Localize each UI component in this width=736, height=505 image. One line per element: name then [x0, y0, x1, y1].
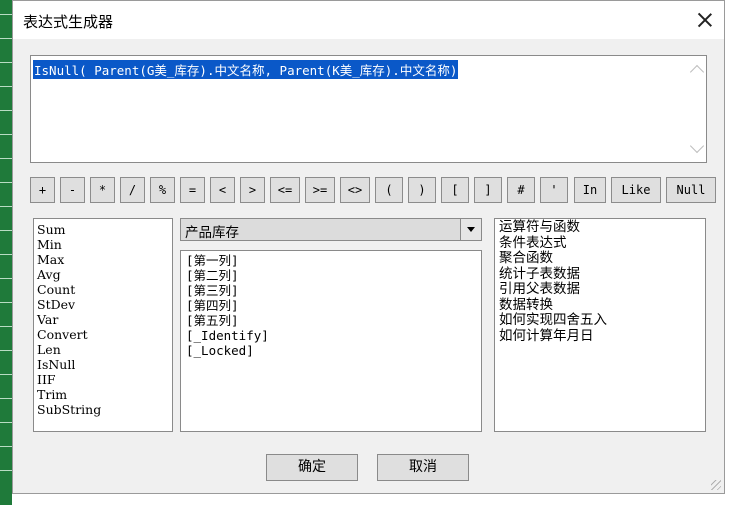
chevron-down-icon[interactable] [460, 219, 481, 240]
operator-not-equal-button[interactable]: <> [340, 177, 370, 203]
function-item[interactable]: Max [37, 252, 172, 267]
function-item[interactable]: StDev [37, 297, 172, 312]
title-bar: 表达式生成器 [13, 1, 724, 39]
field-item[interactable]: [第三列] [186, 283, 481, 298]
function-item[interactable]: Sum [37, 222, 172, 237]
field-list[interactable]: [第一列] [第二列] [第三列] [第四列] [第五列] [_Identify] [_Lo… [180, 250, 482, 432]
expression-builder-dialog: 表达式生成器 IsNull( Parent(G美_库存).中文名称, Paren… [12, 0, 725, 494]
cancel-button[interactable]: 取消 [377, 454, 469, 481]
category-item[interactable]: 如何实现四舍五入 [499, 312, 705, 329]
background-spreadsheet-edge [0, 0, 12, 505]
function-item[interactable]: Convert [37, 327, 172, 342]
field-item[interactable]: [第四列] [186, 298, 481, 313]
function-list[interactable]: Sum Min Max Avg Count StDev Var Convert Len IsNul… [33, 218, 173, 432]
operator-equals-button[interactable]: = [180, 177, 205, 203]
operator-modulo-button[interactable]: % [150, 177, 175, 203]
category-item[interactable]: 数据转换 [499, 297, 705, 314]
field-item[interactable]: [_Locked] [186, 343, 481, 358]
resize-grip-icon[interactable] [711, 480, 721, 490]
operator-minus-button[interactable]: - [60, 177, 85, 203]
table-select[interactable]: 产品库存 [180, 218, 482, 241]
operator-less-than-button[interactable]: < [210, 177, 235, 203]
dialog-title: 表达式生成器 [23, 13, 114, 31]
field-item[interactable]: [第五列] [186, 313, 481, 328]
function-item[interactable]: Var [37, 312, 172, 327]
category-item[interactable]: 聚合函数 [499, 250, 705, 267]
operator-like-button[interactable]: Like [611, 177, 661, 203]
field-item[interactable]: [第二列] [186, 268, 481, 283]
ok-button[interactable]: 确定 [266, 454, 358, 481]
category-item[interactable]: 运算符与函数 [499, 219, 705, 236]
operator-greater-than-button[interactable]: > [240, 177, 265, 203]
operator-less-equal-button[interactable]: <= [270, 177, 300, 203]
function-item[interactable]: Avg [37, 267, 172, 282]
operator-divide-button[interactable]: / [120, 177, 145, 203]
category-item[interactable]: 条件表达式 [499, 235, 705, 252]
scroll-down-icon[interactable] [689, 138, 705, 154]
function-item[interactable]: IIF [37, 372, 172, 387]
field-item[interactable]: [第一列] [186, 253, 481, 268]
function-item[interactable]: Count [37, 282, 172, 297]
operator-in-button[interactable]: In [574, 177, 606, 203]
operator-close-paren-button[interactable]: ) [408, 177, 436, 203]
operator-plus-button[interactable]: + [30, 177, 55, 203]
category-item[interactable]: 统计子表数据 [499, 266, 705, 283]
category-item[interactable]: 引用父表数据 [499, 281, 705, 298]
field-item[interactable]: [_Identify] [186, 328, 481, 343]
scroll-up-icon[interactable] [689, 64, 705, 80]
close-icon[interactable] [694, 9, 716, 31]
function-item[interactable]: Len [37, 342, 172, 357]
category-item[interactable]: 如何计算年月日 [499, 328, 705, 345]
operator-open-bracket-button[interactable]: [ [441, 177, 469, 203]
operator-hash-button[interactable]: # [507, 177, 535, 203]
operator-multiply-button[interactable]: * [90, 177, 115, 203]
function-item[interactable]: IsNull [37, 357, 172, 372]
operator-open-paren-button[interactable]: ( [375, 177, 403, 203]
function-item[interactable]: Trim [37, 387, 172, 402]
operator-greater-equal-button[interactable]: >= [305, 177, 335, 203]
expression-text[interactable]: IsNull( Parent(G美_库存).中文名称, Parent(K美_库存… [33, 60, 459, 79]
category-list[interactable]: 运算符与函数 条件表达式 聚合函数 统计子表数据 引用父表数据 数据转换 如何实现四舍五入如… [494, 218, 706, 432]
operator-close-bracket-button[interactable]: ] [474, 177, 502, 203]
operator-null-button[interactable]: Null [666, 177, 716, 203]
function-item[interactable]: SubString [37, 402, 172, 417]
operator-quote-button[interactable]: ' [540, 177, 568, 203]
expression-textarea[interactable]: IsNull( Parent(G美_库存).中文名称, Parent(K美_库存… [30, 55, 707, 163]
table-select-value: 产品库存 [185, 225, 239, 241]
function-item[interactable]: Min [37, 237, 172, 252]
expression-scrollbar[interactable] [688, 57, 705, 161]
